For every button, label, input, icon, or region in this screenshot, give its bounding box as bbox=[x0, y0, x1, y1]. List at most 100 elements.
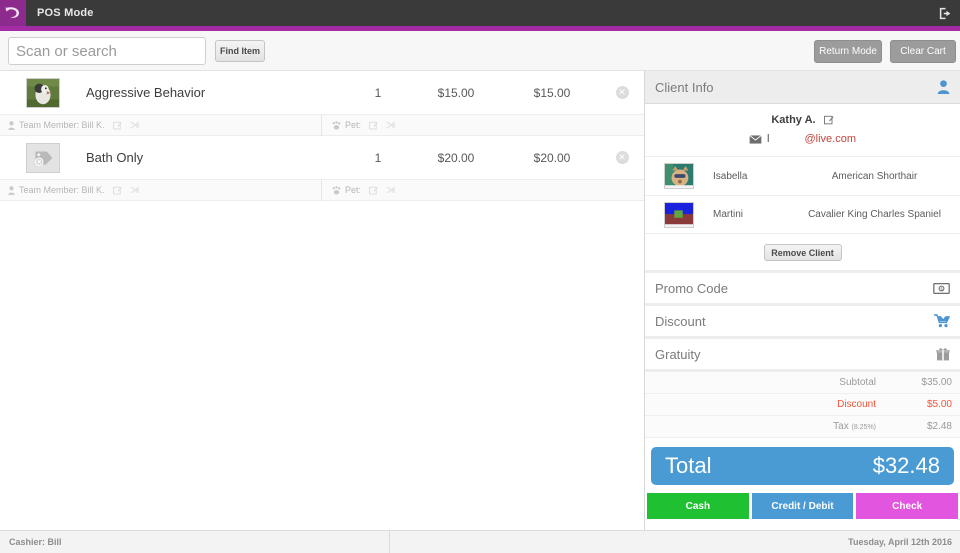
cart-item-meta: Team Member: Bill K. Pet: bbox=[0, 114, 644, 136]
scissors-icon[interactable] bbox=[130, 186, 139, 194]
client-email-user: l bbox=[767, 133, 770, 145]
client-name: Kathy A. bbox=[771, 114, 816, 126]
top-bar: POS Mode bbox=[0, 0, 960, 26]
paw-icon bbox=[332, 185, 341, 195]
dog-photo-2-thumbnail bbox=[664, 201, 694, 228]
pay-cash-button[interactable]: Cash bbox=[647, 493, 749, 519]
pet-breed: American Shorthair bbox=[831, 170, 918, 182]
current-date: Tuesday, April 12th 2016 bbox=[848, 537, 952, 547]
client-info-header: Client Info bbox=[645, 71, 960, 104]
edit-icon[interactable] bbox=[112, 121, 122, 130]
status-bar: Cashier: Bill Tuesday, April 12th 2016 bbox=[0, 530, 960, 553]
team-member-label: Team Member: Bill K. bbox=[19, 185, 105, 195]
tax-rate: (8.25%) bbox=[851, 424, 876, 431]
gratuity-row[interactable]: Gratuity bbox=[645, 336, 960, 369]
checkout-panel: Client Info Kathy A. l @live.com Isabell… bbox=[645, 71, 960, 530]
item-remove-wrap: ✕ bbox=[600, 151, 644, 164]
client-info-title: Client Info bbox=[655, 79, 714, 95]
remove-client-wrap: Remove Client bbox=[645, 234, 960, 270]
gratuity-label: Gratuity bbox=[655, 346, 701, 362]
pet-list-item[interactable]: Martini Cavalier King Charles Spaniel bbox=[645, 195, 960, 234]
pet-list-item[interactable]: Isabella American Shorthair bbox=[645, 156, 960, 195]
pay-credit-debit-button[interactable]: Credit / Debit bbox=[751, 493, 854, 519]
dog-photo-thumbnail bbox=[26, 77, 60, 108]
pos-app: POS Mode Find Item Return Mode Clear Car… bbox=[0, 0, 960, 553]
paw-icon bbox=[332, 120, 341, 130]
pet-cell: Pet: bbox=[322, 180, 403, 201]
discount-row[interactable]: Discount bbox=[645, 303, 960, 336]
edit-icon[interactable] bbox=[369, 186, 378, 195]
subtotal-row: Subtotal $35.00 bbox=[645, 372, 960, 394]
total-label: Total bbox=[665, 453, 712, 478]
client-email-row: l @live.com bbox=[645, 126, 960, 145]
item-remove-wrap: ✕ bbox=[600, 86, 644, 99]
search-toolbar: Find Item Return Mode Clear Cart bbox=[0, 31, 960, 71]
item-name: Bath Only bbox=[86, 150, 144, 165]
cat-photo-thumbnail bbox=[664, 163, 694, 189]
return-mode-button[interactable]: Return Mode bbox=[814, 40, 882, 63]
subtotal-value: $35.00 bbox=[921, 377, 952, 388]
scissors-icon[interactable] bbox=[386, 121, 396, 129]
app-title: POS Mode bbox=[37, 7, 94, 19]
find-item-button[interactable]: Find Item bbox=[215, 40, 265, 62]
remove-circle-icon[interactable]: ✕ bbox=[615, 86, 629, 99]
item-thumbnail-wrap bbox=[0, 77, 86, 108]
logout-icon[interactable] bbox=[938, 6, 953, 21]
tax-row: Tax (8.25%) $2.48 bbox=[645, 416, 960, 438]
discount-total-row: Discount $5.00 bbox=[645, 394, 960, 416]
search-input[interactable] bbox=[8, 37, 206, 65]
total-value: $32.48 bbox=[872, 453, 940, 478]
scissors-icon[interactable] bbox=[386, 186, 396, 194]
tax-label-wrap: Tax (8.25%) bbox=[645, 421, 894, 432]
subtotal-label: Subtotal bbox=[839, 377, 876, 388]
team-member-cell: Team Member: Bill K. bbox=[0, 179, 322, 201]
pet-name: Isabella bbox=[713, 170, 748, 182]
item-thumbnail-wrap bbox=[0, 142, 86, 173]
cart-item-meta: Team Member: Bill K. Pet: bbox=[0, 179, 644, 201]
remove-client-button[interactable]: Remove Client bbox=[763, 244, 842, 261]
discount-label: Discount bbox=[655, 313, 706, 329]
item-quantity: 1 bbox=[374, 85, 382, 100]
edit-icon[interactable] bbox=[369, 121, 378, 130]
client-email-domain[interactable]: @live.com bbox=[804, 133, 856, 145]
app-logo[interactable] bbox=[0, 0, 26, 26]
item-unit-price: $20.00 bbox=[437, 150, 475, 165]
tax-value: $2.48 bbox=[926, 421, 952, 432]
pet-thumbnail-wrap bbox=[645, 163, 713, 189]
tag-placeholder-thumbnail bbox=[26, 142, 60, 173]
discount-total-value: $5.00 bbox=[926, 399, 952, 410]
pet-breed: Cavalier King Charles Spaniel bbox=[808, 209, 941, 220]
item-line-total: $15.00 bbox=[533, 85, 571, 100]
envelope-icon bbox=[749, 134, 762, 144]
total-bar: Total $32.48 bbox=[651, 447, 954, 485]
promo-code-row[interactable]: Promo Code $ bbox=[645, 270, 960, 303]
swoosh-logo-icon bbox=[5, 7, 19, 18]
clear-cart-button[interactable]: Clear Cart bbox=[890, 40, 956, 63]
person-icon bbox=[8, 185, 15, 195]
edit-icon[interactable] bbox=[823, 115, 834, 125]
client-person-icon[interactable] bbox=[937, 80, 950, 94]
remove-circle-icon[interactable]: ✕ bbox=[615, 151, 629, 164]
person-icon bbox=[8, 120, 15, 130]
edit-icon[interactable] bbox=[112, 186, 122, 195]
promo-code-label: Promo Code bbox=[655, 280, 728, 296]
tax-label: Tax bbox=[833, 421, 849, 432]
pet-thumbnail-wrap bbox=[645, 201, 713, 228]
cart-item-row[interactable]: Bath Only 1 $20.00 $20.00 ✕ bbox=[0, 136, 644, 180]
item-line-total: $20.00 bbox=[533, 150, 571, 165]
pet-name: Martini bbox=[713, 209, 744, 220]
pay-check-button[interactable]: Check bbox=[856, 493, 959, 519]
cart-item-row[interactable]: Aggressive Behavior 1 $15.00 $15.00 ✕ bbox=[0, 71, 644, 115]
shopping-cart-icon[interactable] bbox=[934, 314, 950, 328]
gift-icon[interactable] bbox=[936, 347, 950, 361]
client-name-row: Kathy A. bbox=[645, 104, 960, 126]
money-bill-icon[interactable]: $ bbox=[933, 282, 950, 294]
cashier-label: Cashier: Bill bbox=[0, 530, 390, 553]
payment-buttons: Cash Credit / Debit Check bbox=[645, 493, 960, 519]
item-unit-price: $15.00 bbox=[437, 85, 475, 100]
scissors-icon[interactable] bbox=[130, 121, 139, 129]
pet-cell: Pet: bbox=[322, 115, 403, 136]
team-member-cell: Team Member: Bill K. bbox=[0, 114, 322, 136]
item-name: Aggressive Behavior bbox=[86, 85, 206, 100]
client-pets-list: Isabella American Shorthair Martini Cava… bbox=[645, 156, 960, 234]
